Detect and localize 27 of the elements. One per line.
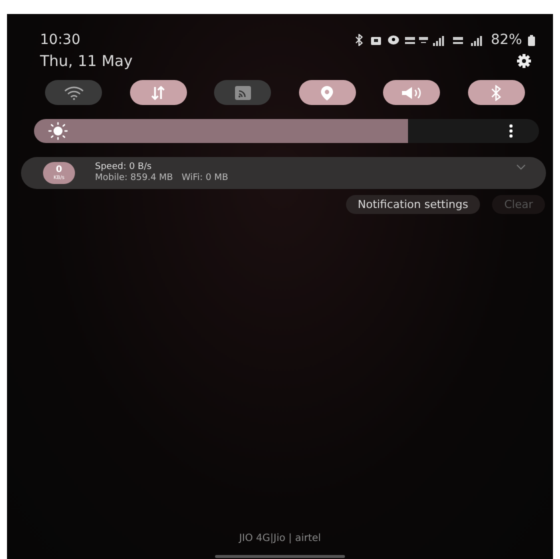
- notification-settings-button[interactable]: Notification settings: [346, 195, 480, 214]
- data-arrows-icon: [150, 86, 166, 100]
- clock-time: 10:30: [40, 32, 80, 48]
- date: Thu, 11 May: [40, 52, 133, 70]
- battery-percentage: 82%: [490, 32, 522, 48]
- sound-toggle[interactable]: [383, 80, 440, 105]
- settings-icon[interactable]: [517, 54, 531, 68]
- cast-toggle[interactable]: [214, 80, 272, 105]
- sun-icon: [48, 122, 68, 140]
- notification-title: Speed: 0 B/s: [95, 162, 153, 173]
- bluetooth-icon: [354, 34, 364, 46]
- chevron-down-icon[interactable]: [516, 164, 526, 170]
- wifi-toggle[interactable]: [45, 80, 102, 105]
- notification-text: Mobile: 859.4 MB WiFi: 0 MB: [95, 173, 228, 184]
- data-toggle[interactable]: [130, 80, 187, 105]
- more-options-icon[interactable]: [509, 124, 513, 138]
- location-toggle[interactable]: [298, 80, 356, 105]
- bluetooth-icon: [489, 84, 504, 100]
- signal-icon: [452, 34, 485, 46]
- signal-icon: [404, 34, 447, 46]
- cast-icon: [234, 86, 251, 100]
- wifi-icon: [64, 86, 84, 100]
- brightness-slider[interactable]: [34, 119, 539, 143]
- bluetooth-toggle[interactable]: [468, 80, 525, 105]
- carrier-name: JIO 4G|Jio | airtel: [239, 533, 321, 544]
- speaker-icon: [400, 86, 423, 100]
- battery-icon: [528, 34, 535, 46]
